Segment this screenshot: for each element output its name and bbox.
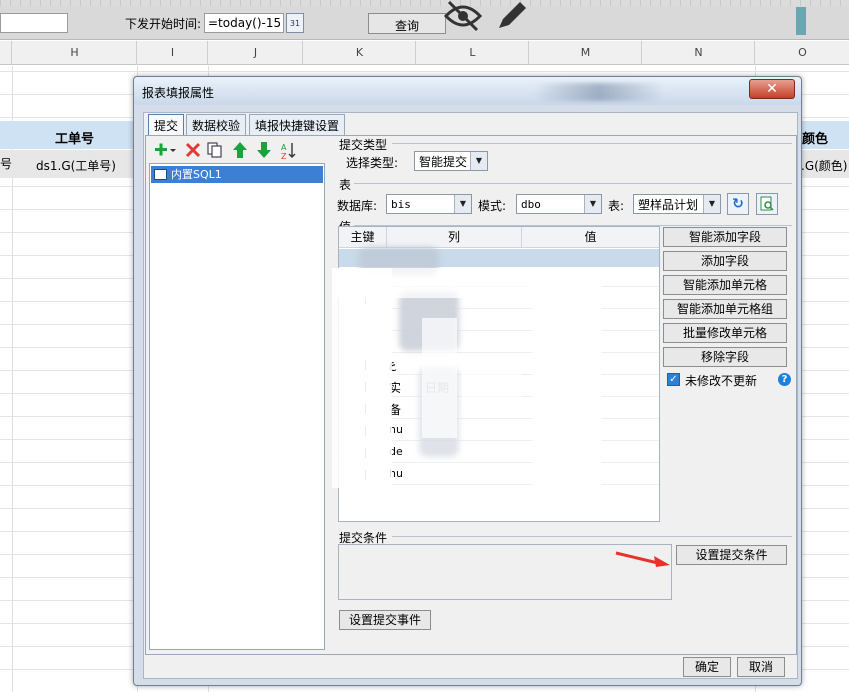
toolbar-input[interactable] [0,13,68,33]
blurred-title-text [534,83,664,101]
submit-type-group-label: 提交类型 [339,138,388,152]
submit-type-value: 智能提交 [419,155,468,169]
refresh-icon[interactable]: ↻ [727,193,749,215]
cell-ds1-gongdanhao[interactable]: ds1.G(工单号) [36,157,116,174]
delete-icon[interactable] [183,140,203,160]
column-header-cell[interactable]: I [138,41,208,65]
tab-shortcut-settings[interactable]: 填报快捷键设置 [249,114,346,135]
smart-add-cell-button[interactable]: 智能添加单元格 [663,275,787,295]
table-label: 表: [608,199,625,213]
red-arrow-annotation-icon [615,551,670,567]
smart-add-cell-group-button[interactable]: 智能添加单元格组 [663,299,787,319]
list-item[interactable]: 内置SQL1 [151,166,323,183]
database-label: 数据库: [337,199,378,213]
cell-hao[interactable]: 号 [0,155,12,172]
schema-select[interactable]: dbo ▼ [516,194,602,214]
tab-submit[interactable]: 提交 [148,114,185,136]
svg-text:A: A [281,143,287,152]
values-table-header: 主键 列 值 [339,227,659,248]
column-header: H I J K L M N O [0,41,849,65]
set-submit-condition-button[interactable]: 设置提交条件 [676,545,787,565]
calendar-icon[interactable]: 31 [286,13,304,33]
schema-value: dbo [521,198,541,211]
list-item-label: 内置SQL1 [171,168,222,181]
dialog-titlebar[interactable]: 报表填报属性 ✕ [134,77,801,105]
group-divider [354,183,792,184]
column-header-cell[interactable]: J [209,41,303,65]
sql-icon [154,169,167,180]
ruler [0,0,849,6]
group-divider [392,143,792,144]
database-select[interactable]: bis ▼ [386,194,472,214]
cell-header-color[interactable]: 颜色 [802,128,828,147]
column-header-cell[interactable]: H [13,41,137,65]
smart-add-field-button[interactable]: 智能添加字段 [663,227,787,247]
cell-header-gongdanhao[interactable]: 工单号 [55,128,94,147]
chevron-down-icon: ▼ [470,152,487,170]
col-primary-key[interactable]: 主键 [339,227,387,248]
start-time-label: 下发开始时间: [125,17,202,31]
add-field-button[interactable]: 添加字段 [663,251,787,271]
table-select[interactable]: 塑样品计划 ▼ [633,194,721,214]
submit-list[interactable]: 内置SQL1 [149,163,325,650]
checkbox[interactable]: ✓ [667,373,680,386]
group-divider [392,536,792,537]
ok-button[interactable]: 确定 [683,657,731,677]
watermark-logo [332,268,602,498]
col-value[interactable]: 值 [522,227,659,248]
tab-data-validation[interactable]: 数据校验 [186,114,247,135]
table-value: 塑样品计划 [638,198,699,212]
scroll-marker [796,7,806,35]
search-table-icon [760,196,774,211]
preview-table-button[interactable] [756,193,778,215]
remove-field-button[interactable]: 移除字段 [663,347,787,367]
query-button[interactable]: 查询 [368,13,446,34]
column-header-cell[interactable]: K [304,41,416,65]
dialog-title: 报表填报属性 [142,86,215,100]
column-header-cell[interactable]: M [530,41,642,65]
hidden-eye-icon[interactable] [443,0,483,32]
chevron-down-icon: ▼ [454,195,471,213]
move-up-icon[interactable] [230,140,250,160]
pencil-icon[interactable] [495,0,529,30]
column-header-cell[interactable]: N [643,41,755,65]
start-time-input[interactable]: =today()-15 [204,13,284,33]
chevron-down-icon: ▼ [703,195,720,213]
set-submit-event-button[interactable]: 设置提交事件 [339,610,431,630]
database-value: bis [391,198,411,211]
designer-toolbar: 下发开始时间: =today()-15 31 查询 [0,0,849,40]
add-dropdown-icon[interactable] [152,140,178,160]
submit-type-select[interactable]: 智能提交 ▼ [414,151,488,171]
cell-ds1-color[interactable]: .G(颜色) [801,157,847,174]
left-toolbar: A Z [150,140,324,162]
chevron-down-icon: ▼ [584,195,601,213]
cancel-button[interactable]: 取消 [737,657,785,677]
schema-label: 模式: [478,199,507,213]
select-type-label: 选择类型: [346,156,399,170]
column-header-cell[interactable]: L [417,41,529,65]
column-header-cell[interactable]: O [756,41,849,65]
batch-modify-cell-button[interactable]: 批量修改单元格 [663,323,787,343]
column-header-cell [0,41,12,65]
col-column[interactable]: 列 [387,227,522,248]
svg-text:Z: Z [281,152,287,160]
help-icon[interactable]: ? [778,373,791,386]
move-down-icon[interactable] [254,140,274,160]
close-button[interactable]: ✕ [749,79,795,99]
copy-icon[interactable] [205,140,225,160]
sort-az-icon[interactable]: A Z [278,140,298,160]
table-group-label: 表 [339,178,352,192]
checkbox-label: 未修改不更新 [685,374,758,388]
